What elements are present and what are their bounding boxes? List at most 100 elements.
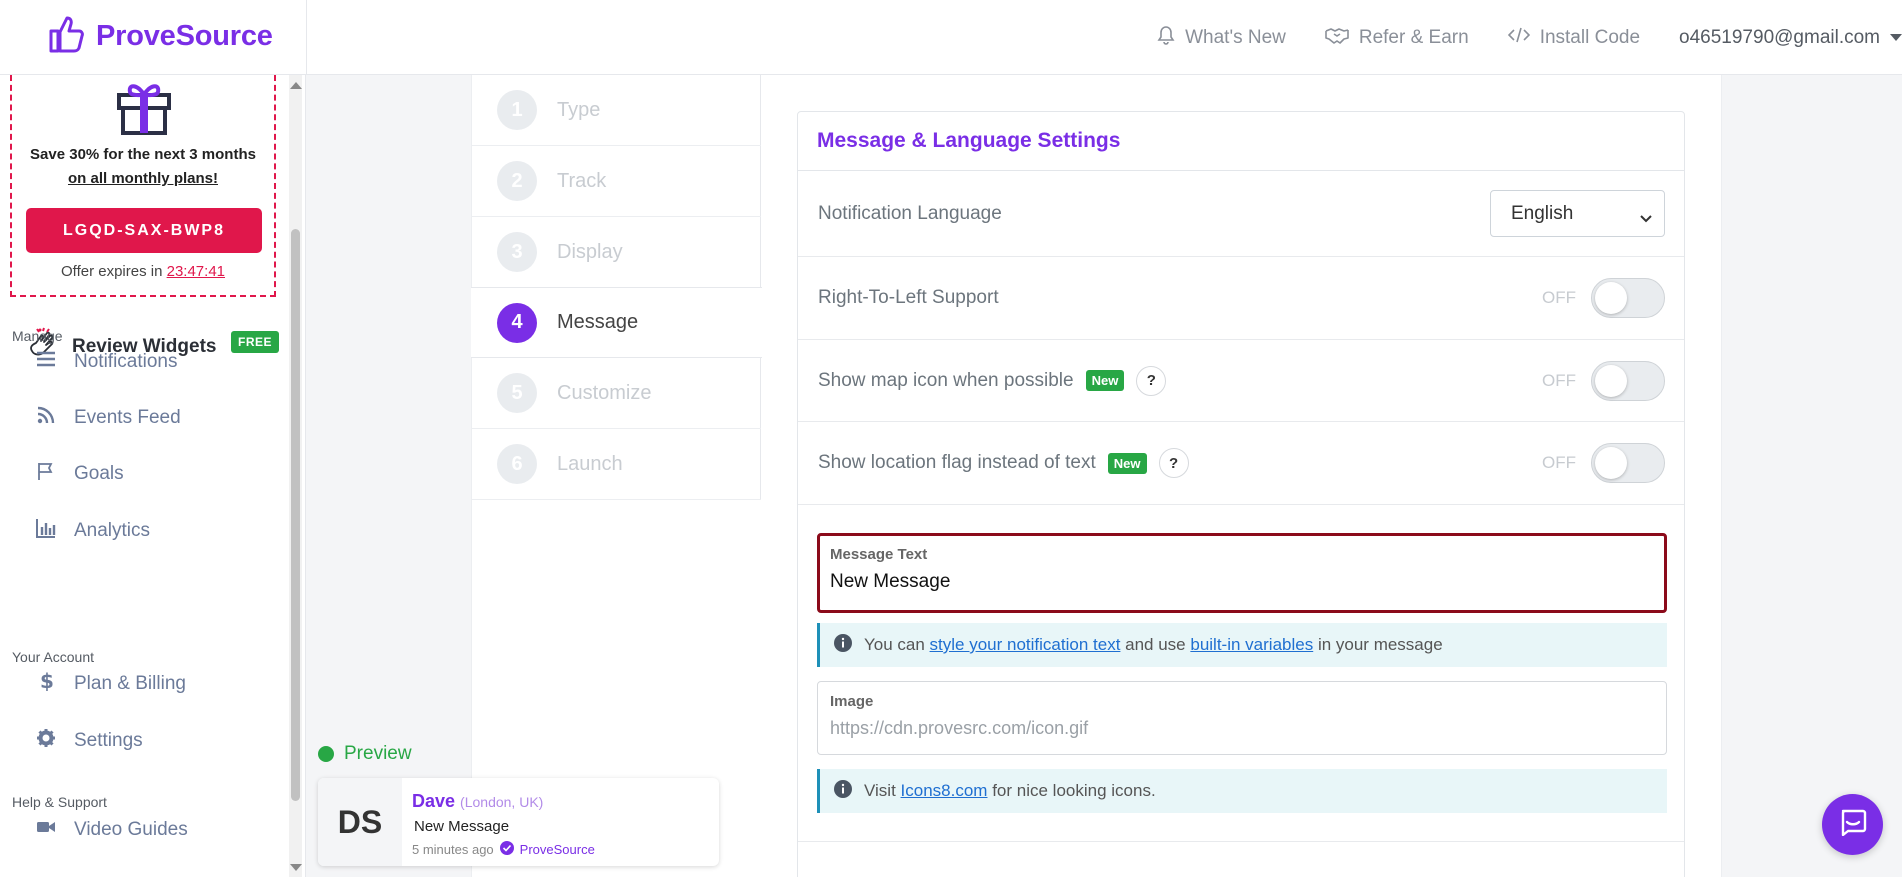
step-message[interactable]: 4 Message (471, 287, 762, 358)
notification-location: (London, UK) (460, 794, 544, 810)
notification-message: New Message (414, 818, 510, 835)
language-label: Notification Language (818, 202, 1002, 224)
step-number: 6 (497, 444, 537, 484)
info-text: You can style your notification text and… (864, 635, 1443, 655)
promo-box: Save 30% for the next 3 months on all mo… (10, 75, 276, 297)
step-display[interactable]: 3 Display (471, 217, 761, 288)
image-url-placeholder[interactable]: https://cdn.provesrc.com/icon.gif (830, 718, 1088, 739)
whats-new-link[interactable]: What's New (1157, 25, 1286, 51)
bell-icon (1157, 25, 1175, 51)
rtl-label: Right-To-Left Support (818, 287, 999, 308)
install-code-link[interactable]: Install Code (1507, 26, 1641, 49)
sidebar-item-analytics[interactable]: Analytics (36, 518, 150, 544)
flag-toggle-group: OFF (1542, 443, 1665, 483)
wizard-steps: 1 Type 2 Track 3 Display 4 Message 5 Cus… (471, 75, 762, 500)
rtl-row: Right-To-Left Support OFF (798, 257, 1684, 340)
style-text-link[interactable]: style your notification text (930, 635, 1121, 654)
step-number: 1 (497, 90, 537, 130)
sidebar-item-notifications[interactable]: Notifications (36, 349, 178, 375)
info-text-part: Visit (864, 781, 901, 800)
chevron-down-icon (1640, 208, 1652, 230)
toggle-state: OFF (1542, 288, 1576, 307)
flag-icon (36, 461, 56, 487)
rtl-toggle[interactable] (1591, 278, 1665, 318)
gift-icon (116, 78, 172, 141)
rss-icon (36, 405, 56, 431)
info-text: Visit Icons8.com for nice looking icons. (864, 781, 1156, 801)
refer-earn-link[interactable]: Refer & Earn (1325, 26, 1469, 50)
flag-toggle[interactable] (1591, 443, 1665, 483)
sidebar-item-label: Events Feed (74, 407, 181, 428)
refer-earn-label: Refer & Earn (1358, 26, 1469, 48)
sidebar-item-label: Analytics (74, 520, 151, 541)
message-info-alert: You can style your notification text and… (817, 623, 1667, 667)
scroll-down-arrow-icon[interactable] (290, 864, 302, 871)
sidebar-item-events-feed[interactable]: Events Feed (36, 405, 181, 431)
offer-countdown: 23:47:41 (166, 263, 225, 280)
icons8-link[interactable]: Icons8.com (901, 781, 988, 800)
offer-expiry: Offer expires in 23:47:41 (12, 263, 274, 280)
map-icon-toggle[interactable] (1591, 360, 1665, 401)
preview-heading: Preview (318, 743, 412, 765)
step-customize[interactable]: 5 Customize (471, 358, 761, 429)
free-badge: FREE (231, 331, 280, 353)
coupon-code-button[interactable]: LGQD-SAX-BWP8 (26, 208, 262, 253)
message-text-value[interactable]: New Message (830, 571, 950, 593)
info-text-part: and use (1120, 635, 1191, 654)
promo-line-1: Save 30% for the next 3 months (30, 146, 256, 163)
gear-icon (36, 728, 56, 754)
sidebar-item-label: Plan & Billing (74, 673, 186, 694)
language-select[interactable]: English (1490, 190, 1665, 237)
info-icon (834, 633, 852, 657)
top-nav: What's New Refer & Earn Install Code o46… (1157, 0, 1902, 75)
promo-line-2[interactable]: on all monthly plans! (12, 170, 274, 187)
step-number: 3 (497, 232, 537, 272)
step-number: 2 (497, 161, 537, 201)
map-icon-row: Show map icon when possible New ? OFF (798, 340, 1684, 422)
notification-preview[interactable]: DS Dave (London, UK) New Message 5 minut… (318, 778, 719, 866)
account-menu[interactable]: o46519790@gmail.com (1679, 27, 1902, 49)
step-label: Type (557, 98, 601, 121)
image-label: Image (830, 693, 874, 710)
step-type[interactable]: 1 Type (471, 75, 761, 146)
image-url-field[interactable]: Image https://cdn.provesrc.com/icon.gif (817, 681, 1667, 755)
step-label: Customize (557, 381, 652, 404)
sidebar-item-plan-billing[interactable]: $ Plan & Billing (36, 669, 186, 697)
section-your-account: Your Account (12, 649, 94, 665)
new-badge: New (1107, 452, 1147, 474)
step-launch[interactable]: 6 Launch (471, 429, 761, 500)
chat-launcher-button[interactable] (1822, 794, 1883, 855)
step-track[interactable]: 2 Track (471, 146, 761, 217)
brand-name: ProveSource (96, 20, 273, 52)
sidebar-item-label: Settings (74, 730, 143, 751)
flag-label-group: Show location flag instead of text New ? (818, 448, 1189, 478)
scroll-up-arrow-icon[interactable] (290, 82, 302, 89)
code-icon (1507, 27, 1530, 49)
help-icon[interactable]: ? (1136, 365, 1167, 396)
bar-chart-icon (36, 518, 56, 544)
list-icon (36, 349, 56, 375)
logo[interactable]: ProveSource (48, 15, 273, 58)
account-email: o46519790@gmail.com (1679, 26, 1880, 48)
toggle-knob (1595, 282, 1627, 314)
help-icon[interactable]: ? (1158, 448, 1189, 478)
sidebar-item-label: Video Guides (74, 819, 188, 840)
message-language-panel: Message & Language Settings Notification… (797, 111, 1685, 877)
message-text-field[interactable]: Message Text New Message (817, 533, 1667, 613)
sidebar-item-video-guides[interactable]: Video Guides (36, 817, 188, 843)
sidebar-item-goals[interactable]: Goals (36, 461, 124, 487)
sidebar-item-settings[interactable]: Settings (36, 728, 143, 754)
verified-brand: ProveSource (519, 842, 595, 857)
icons-info-alert: Visit Icons8.com for nice looking icons. (817, 769, 1667, 813)
section-manage: Manage (12, 328, 63, 344)
svg-text:$: $ (40, 671, 54, 691)
variables-link[interactable]: built-in variables (1190, 635, 1313, 654)
install-code-label: Install Code (1539, 26, 1641, 48)
sidebar-scrollbar-thumb[interactable] (291, 229, 300, 801)
preview-label: Preview (344, 743, 412, 764)
handshake-icon (1325, 26, 1349, 50)
step-label: Launch (557, 452, 623, 475)
new-badge: New (1085, 370, 1125, 391)
avatar: DS (318, 778, 402, 866)
step-label: Track (557, 169, 607, 192)
